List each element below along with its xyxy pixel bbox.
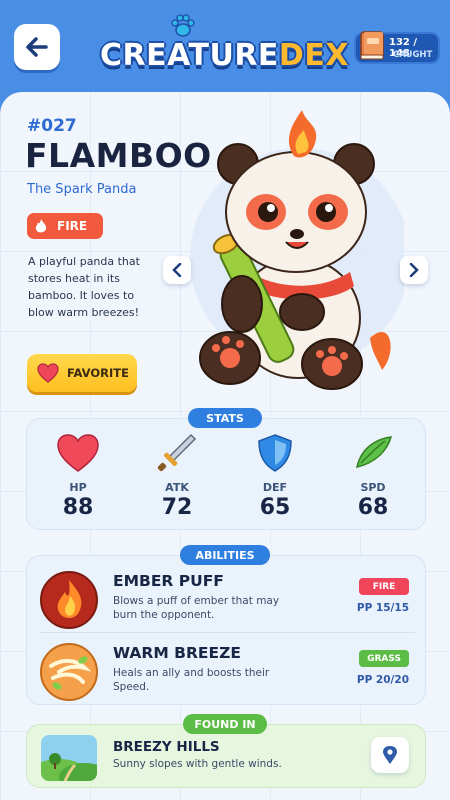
chevron-right-icon bbox=[409, 263, 419, 277]
chevron-left-icon bbox=[172, 263, 182, 277]
sword-icon bbox=[157, 433, 197, 472]
arrow-left-icon bbox=[26, 37, 48, 57]
abilities-header: ABILITIES bbox=[180, 545, 270, 565]
creature-card: #027 FLAMBOO The Spark Panda FIRE A play… bbox=[0, 92, 450, 800]
stat-value: 68 bbox=[357, 495, 389, 520]
caught-label: CAUGHT bbox=[393, 50, 433, 60]
ability-name: WARM BREEZE bbox=[113, 644, 241, 662]
ability-description: Blows a puff of ember that may burn the … bbox=[113, 595, 280, 621]
back-button[interactable] bbox=[14, 24, 60, 70]
favorite-label: FAVORITE bbox=[67, 366, 129, 380]
stat-value: 65 bbox=[259, 495, 291, 520]
logo-text-right: DEX bbox=[278, 38, 349, 73]
ability-name: EMBER PUFF bbox=[113, 572, 224, 590]
next-creature-button[interactable] bbox=[400, 256, 428, 284]
favorite-button[interactable]: FAVORITE bbox=[27, 354, 137, 392]
stat-label: SPD bbox=[360, 481, 386, 494]
logo-text-left: CREATURE bbox=[100, 38, 279, 73]
stats-header: STATS bbox=[188, 408, 262, 428]
flame-icon bbox=[35, 218, 47, 232]
stat-spd: SPD 68 bbox=[333, 433, 413, 520]
ability-type-badge: FIRE bbox=[359, 578, 409, 595]
stat-def: DEF 65 bbox=[235, 433, 315, 520]
type-label: FIRE bbox=[57, 219, 88, 233]
app-logo: CREATUREDEX bbox=[100, 14, 348, 78]
stats-panel: HP 88 ATK 72 DEF 65 SPD 68 bbox=[26, 418, 426, 530]
ability-pp: PP 15/15 bbox=[356, 602, 409, 614]
map-location-button[interactable] bbox=[371, 737, 409, 773]
stat-value: 72 bbox=[161, 495, 193, 520]
caught-counter: 132 / 148 CAUGHT bbox=[354, 31, 440, 64]
stat-label: HP bbox=[69, 481, 87, 494]
ability-pp: PP 20/20 bbox=[356, 674, 409, 686]
logo-text: CREATUREDEX bbox=[100, 38, 348, 73]
ability-item[interactable]: WARM BREEZE Heals an ally and boosts the… bbox=[27, 636, 427, 706]
divider bbox=[39, 632, 415, 633]
stat-hp: HP 88 bbox=[38, 433, 118, 520]
type-badge: FIRE bbox=[27, 213, 103, 239]
heart-icon bbox=[57, 434, 99, 472]
location-thumbnail bbox=[41, 735, 97, 781]
header: CREATUREDEX 132 / 148 CAUGHT bbox=[0, 0, 450, 92]
prev-creature-button[interactable] bbox=[163, 256, 191, 284]
book-icon bbox=[360, 31, 384, 60]
abilities-panel: EMBER PUFF Blows a puff of ember that ma… bbox=[26, 555, 426, 705]
paw-icon bbox=[171, 14, 195, 37]
map-pin-icon bbox=[383, 746, 397, 764]
creature-subtitle: The Spark Panda bbox=[27, 182, 137, 197]
creature-number: #027 bbox=[27, 116, 77, 136]
ember-puff-icon bbox=[40, 571, 98, 629]
location-description: Sunny slopes with gentle winds. bbox=[113, 758, 282, 770]
ability-description: Heals an ally and boosts their Speed. bbox=[113, 667, 270, 693]
ability-type-badge: GRASS bbox=[359, 650, 409, 667]
heart-icon bbox=[37, 363, 59, 383]
stat-label: DEF bbox=[262, 481, 288, 494]
creature-description: A playful panda that stores heat in its … bbox=[28, 255, 140, 319]
stat-atk: ATK 72 bbox=[137, 433, 217, 520]
creature-illustration bbox=[190, 110, 404, 390]
leaf-wing-icon bbox=[356, 436, 393, 468]
stat-value: 88 bbox=[62, 495, 94, 520]
warm-breeze-icon bbox=[40, 643, 98, 701]
stat-label: ATK bbox=[165, 481, 189, 494]
ability-item[interactable]: EMBER PUFF Blows a puff of ember that ma… bbox=[27, 564, 427, 634]
location-name: BREEZY HILLS bbox=[113, 739, 220, 755]
shield-icon bbox=[258, 434, 292, 472]
found-in-header: FOUND IN bbox=[183, 714, 267, 734]
